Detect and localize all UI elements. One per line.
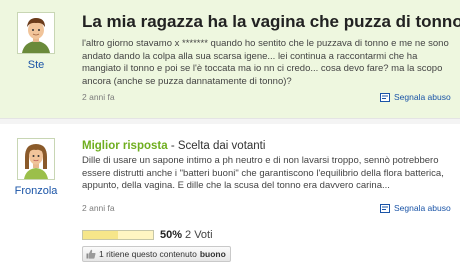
- vote-progress-fill: [83, 231, 118, 239]
- vote-progress-bar: [82, 230, 154, 240]
- answer-report-abuse-label: Segnala abuso: [394, 203, 451, 213]
- best-answer-sublabel: - Scelta dai votanti: [167, 140, 266, 152]
- question-body: l'altro giorno stavamo x ******* quando …: [82, 38, 449, 87]
- best-answer-heading: Miglior risposta - Scelta dai votanti: [82, 140, 265, 152]
- answer-user-avatar[interactable]: [17, 138, 55, 180]
- report-abuse-label: Segnala abuso: [394, 92, 451, 102]
- answer-body: Dille di usare un sapone intimo a ph neu…: [82, 155, 444, 191]
- answer-timestamp: 2 anni fa: [82, 203, 115, 213]
- vote-count: 2 Voti: [185, 229, 213, 241]
- question-timestamp: 2 anni fa: [82, 92, 115, 102]
- helpful-vote-text: 1 ritiene questo contenuto: [99, 249, 197, 259]
- helpful-vote-button[interactable]: 1 ritiene questo contenuto buono: [82, 246, 231, 262]
- question-username[interactable]: Ste: [1, 59, 71, 71]
- female-avatar-icon: [18, 139, 54, 179]
- question-title: La mia ragazza ha la vagina che puzza di…: [82, 12, 460, 31]
- male-avatar-icon: [18, 13, 54, 53]
- best-answer-panel: Fronzola Miglior risposta - Scelta dai v…: [0, 124, 460, 276]
- vote-summary: 50% 2 Voti: [82, 229, 213, 241]
- answer-report-abuse-link[interactable]: Segnala abuso: [380, 203, 451, 213]
- question-panel: Ste La mia ragazza ha la vagina che puzz…: [0, 0, 460, 118]
- thumbs-up-icon: [86, 249, 96, 259]
- helpful-vote-strong: buono: [199, 249, 226, 259]
- report-abuse-link[interactable]: Segnala abuso: [380, 92, 451, 102]
- vote-percent: 50%: [160, 229, 183, 241]
- answer-username[interactable]: Fronzola: [1, 185, 71, 197]
- flag-icon: [380, 92, 390, 102]
- best-answer-label: Miglior risposta: [82, 140, 168, 152]
- question-user-avatar[interactable]: [17, 12, 55, 54]
- flag-icon: [380, 203, 390, 213]
